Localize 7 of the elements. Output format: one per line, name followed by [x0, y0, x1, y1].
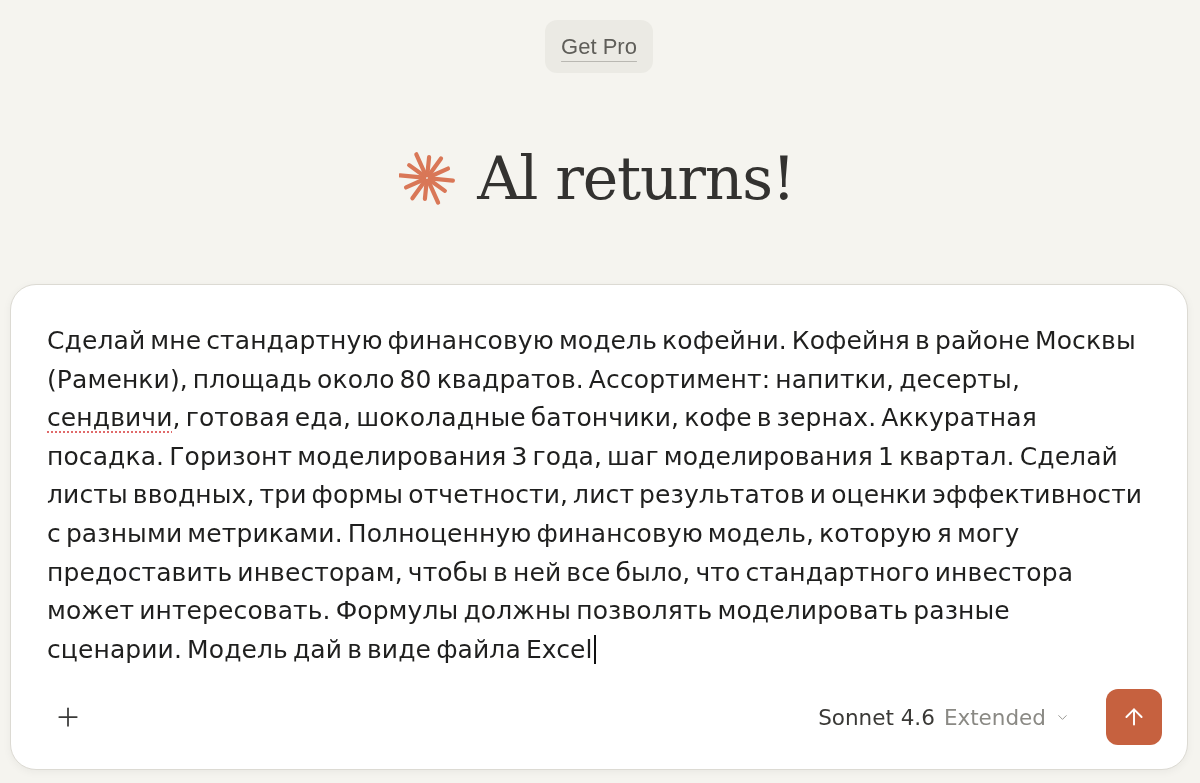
message-input[interactable]: Сделай мне стандартную финансовую модель кофейни. Кофейня в районе Москвы (Раменки), площадь около 80 квадратов. Ассортимент: напитки, десерты, сендвичи, готовая еда, шоколадные батончики, кофе в зернах. Аккуратная посадка. Горизонт моделирования 3 года, шаг моделирования 1 квартал. Сделай листы вводных, три формы отчетности, лист результатов и оценки эффективности с разными метриками. Полноценную финансовую модель, которую я могу предоставить инвесторам, чтобы в ней все было, что стандартного инвестора может интересовать. Формулы должны позволять моделировать разные сценарии. Модель дай в виде файла Excel [47, 322, 1144, 689]
send-button[interactable] [1106, 689, 1162, 745]
model-selector[interactable]: Sonnet 4.6 Extended [812, 698, 1076, 736]
greeting-title: Al returns! [477, 148, 795, 208]
get-pro-button[interactable]: Get Pro [545, 20, 653, 73]
text-caret-icon [593, 634, 596, 664]
starburst-icon [399, 149, 456, 207]
